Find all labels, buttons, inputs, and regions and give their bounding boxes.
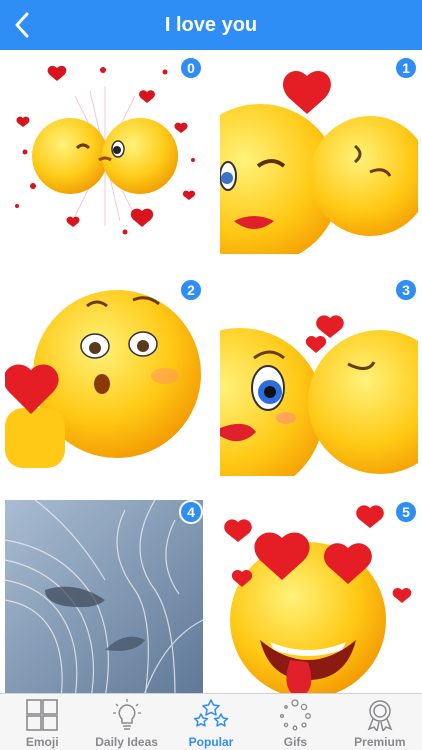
sticker-tile-4[interactable]: 4 — [5, 500, 203, 693]
sticker-number-badge: 2 — [179, 278, 203, 302]
tab-bar: Emoji Daily Ideas Popular Gifs Premium — [0, 693, 422, 750]
sticker-grid: 0 1 2 3 4 5 — [0, 50, 422, 693]
tab-label: Gifs — [283, 735, 308, 749]
page-title: I love you — [164, 14, 258, 36]
tab-daily-ideas[interactable]: Daily Ideas — [84, 694, 168, 750]
kiss-on-cheek-emoji-icon — [220, 71, 418, 254]
tab-emoji[interactable]: Emoji — [0, 694, 84, 750]
tab-label: Daily Ideas — [95, 735, 158, 749]
sticker-number-badge: 4 — [179, 500, 203, 524]
navigation-bar: I love you — [0, 0, 422, 50]
tab-popular[interactable]: Popular — [169, 694, 253, 750]
kissing-emoji-pair-icon — [15, 65, 196, 235]
sticker-tile-0[interactable]: 0 — [5, 56, 203, 254]
tab-gifs[interactable]: Gifs — [253, 694, 337, 750]
love-struck-emoji-icon — [224, 505, 412, 693]
blowing-kiss-emoji-icon — [5, 290, 201, 468]
sticker-number-badge: 0 — [179, 56, 203, 80]
sticker-tile-5[interactable]: 5 — [220, 500, 418, 693]
award-ribbon-icon — [367, 700, 393, 731]
kissing-faces-photo-icon — [5, 500, 203, 693]
tab-label: Premium — [354, 735, 406, 749]
sticker-tile-2[interactable]: 2 — [5, 278, 203, 476]
sticker-number-badge: 1 — [394, 56, 418, 80]
tab-label: Popular — [188, 735, 234, 749]
sticker-tile-1[interactable]: 1 — [220, 56, 418, 254]
sticker-number-badge: 3 — [394, 278, 418, 302]
sticker-tile-3[interactable]: 3 — [220, 278, 418, 476]
tab-label: Emoji — [25, 735, 59, 749]
kiss-emoji-pair-icon — [220, 315, 418, 476]
lightbulb-icon — [112, 699, 141, 730]
stars-icon — [193, 699, 229, 727]
tab-premium[interactable]: Premium — [338, 694, 422, 750]
dots-circle-icon — [280, 699, 312, 731]
sticker-number-badge: 5 — [394, 500, 418, 524]
grid-icon — [26, 699, 59, 731]
back-button[interactable] — [0, 0, 44, 50]
chevron-left-icon — [15, 12, 29, 38]
